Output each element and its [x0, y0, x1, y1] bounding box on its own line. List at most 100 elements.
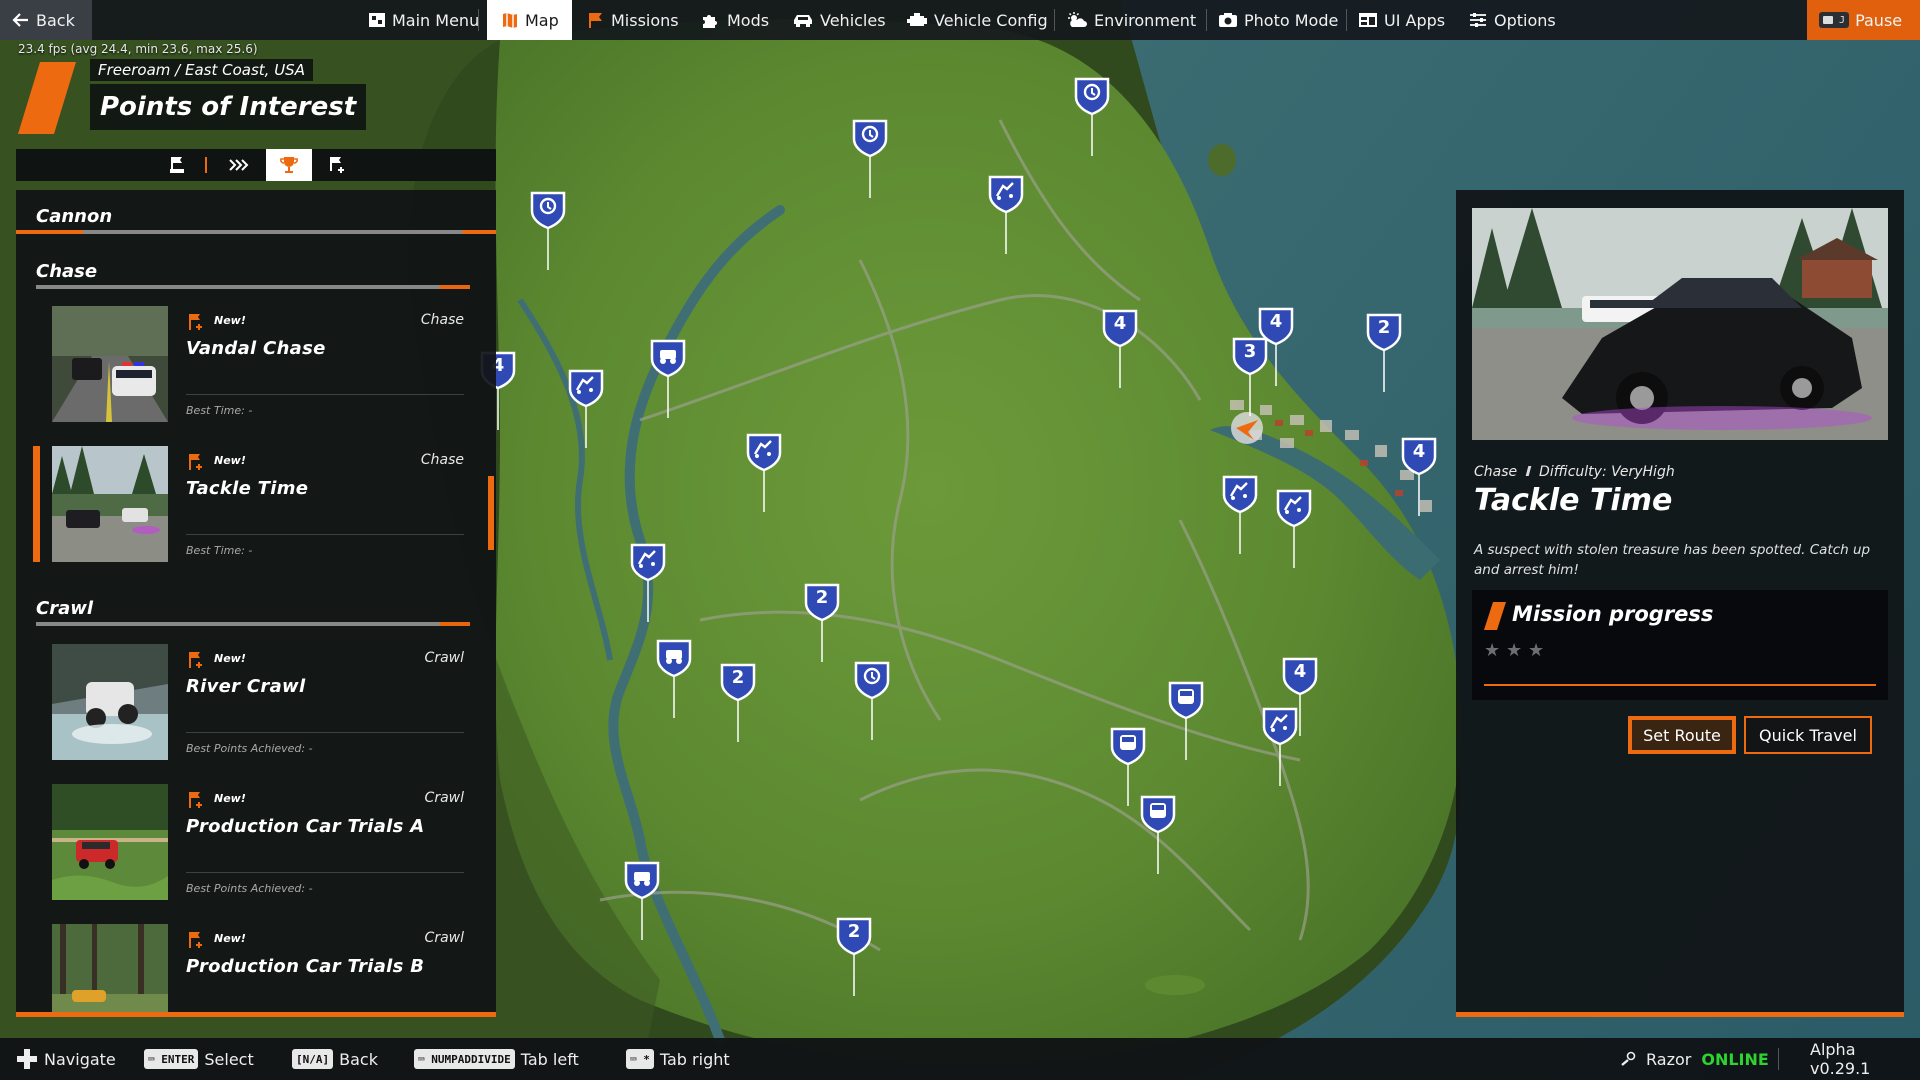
tab-photo-mode[interactable]: Photo Mode: [1218, 0, 1338, 40]
thumbnail-production-car-trials-b: [52, 924, 168, 1012]
mission-preview-image: [1472, 208, 1888, 440]
hint-tab-left[interactable]: ⌨ NUMPADDIVIDE Tab left: [414, 1038, 579, 1080]
numbered-marker[interactable]: 2: [719, 662, 757, 742]
thumbnail-production-car-trials-a: [52, 784, 168, 900]
filter-missions[interactable]: [154, 149, 200, 181]
tab-vehicles[interactable]: Vehicles: [792, 0, 886, 40]
top-bar: Back Main Menu Map Missions Mods Vehicle…: [0, 0, 1920, 40]
navigate-label: Navigate: [44, 1049, 116, 1069]
back-key: [N/A]: [292, 1049, 334, 1069]
back-button[interactable]: Back: [0, 0, 92, 40]
set-route-button[interactable]: Set Route: [1628, 716, 1736, 754]
marker-stem: [821, 618, 823, 662]
list-item-tackle-time[interactable]: New! Chase Tackle Time Best Time: -: [33, 446, 486, 576]
pause-button[interactable]: J Pause: [1807, 0, 1920, 40]
marker-stem: [1091, 112, 1093, 156]
tab-map[interactable]: Map: [487, 0, 572, 40]
marker-number: 2: [847, 921, 861, 942]
drift-marker[interactable]: [567, 368, 605, 448]
new-badge: New!: [214, 652, 246, 665]
tab-environment[interactable]: Environment: [1066, 0, 1196, 40]
tab-map-label: Map: [525, 10, 559, 30]
red-car-image: [52, 784, 168, 900]
marker-stem: [1418, 472, 1420, 516]
engine-icon: [907, 13, 927, 26]
timer-marker[interactable]: [853, 660, 891, 740]
weather-icon: [1068, 12, 1087, 27]
list-item-vandal-chase[interactable]: New! Chase Vandal Chase Best Time: -: [34, 306, 486, 436]
bus-marker[interactable]: [1167, 680, 1205, 760]
timer-marker[interactable]: [851, 118, 889, 198]
mission-description: A suspect with stolen treasure has been …: [1474, 542, 1871, 578]
drift-marker[interactable]: [1275, 488, 1313, 568]
marker-stem: [1127, 762, 1129, 806]
mission-type: Crawl: [424, 930, 464, 946]
crawl-marker[interactable]: [655, 638, 693, 718]
sliders-icon: [1470, 13, 1486, 27]
timer-marker[interactable]: [1073, 76, 1111, 156]
numbered-marker[interactable]: 2: [803, 582, 841, 662]
tab-right-key-label: *: [643, 1052, 650, 1066]
tab-options[interactable]: Options: [1468, 0, 1556, 40]
crawl-marker[interactable]: [649, 338, 687, 418]
marker-stem: [1119, 344, 1121, 388]
tab-mods[interactable]: Mods: [701, 0, 769, 40]
crawl-marker[interactable]: [623, 860, 661, 940]
new-badge: New!: [214, 314, 246, 327]
hint-navigate[interactable]: Navigate: [16, 1038, 116, 1080]
category-heading-cannon: Cannon: [36, 206, 113, 227]
bus-marker[interactable]: [1139, 794, 1177, 874]
numbered-marker[interactable]: 2: [835, 916, 873, 996]
filter-chevrons[interactable]: [216, 149, 262, 181]
mission-name: River Crawl: [186, 676, 306, 697]
dpad-icon: [17, 1049, 37, 1069]
mission-name: Tackle Time: [186, 478, 309, 499]
numbered-marker[interactable]: 4: [1101, 308, 1139, 388]
hint-select[interactable]: ⌨ ENTER Select: [144, 1038, 254, 1080]
numbered-marker[interactable]: 4: [1400, 436, 1438, 516]
mission-name: Vandal Chase: [186, 338, 326, 359]
marker-shield-icon: [650, 339, 686, 378]
list-item-production-car-trials-b[interactable]: New! Crawl Production Car Trials B: [34, 924, 486, 1016]
filter-trophy[interactable]: [266, 149, 312, 181]
numbered-marker[interactable]: 3: [1231, 336, 1269, 416]
drift-marker[interactable]: [745, 432, 783, 512]
mission-list[interactable]: Cannon Chase New! Chase Vandal Chase Bes…: [16, 190, 496, 1016]
marker-shield-icon: [568, 369, 604, 408]
marker-shield-icon: [530, 191, 566, 230]
timer-marker[interactable]: [529, 190, 567, 270]
quick-travel-button[interactable]: Quick Travel: [1744, 716, 1872, 754]
divider: [478, 9, 479, 31]
star-icon: ★: [1528, 640, 1545, 661]
missions-icon: [589, 13, 602, 28]
progress-rule: [1484, 684, 1876, 686]
hint-back[interactable]: [N/A] Back: [292, 1038, 378, 1080]
drift-marker[interactable]: [629, 542, 667, 622]
tab-missions[interactable]: Missions: [587, 0, 679, 40]
marker-stem: [853, 952, 855, 996]
drift-marker[interactable]: [1221, 474, 1259, 554]
trophy-icon: [280, 157, 298, 173]
list-item-production-car-trials-a[interactable]: New! Crawl Production Car Trials A Best …: [34, 784, 486, 914]
car-icon: [794, 15, 812, 27]
detail-bottom-rule: [1456, 1012, 1904, 1017]
tab-main-menu[interactable]: Main Menu: [368, 0, 479, 40]
tab-vehicle-config[interactable]: Vehicle Config: [906, 0, 1048, 40]
account-status[interactable]: Razor ONLINE: [1620, 1038, 1769, 1080]
forest-chase-image: [52, 446, 168, 562]
list-item-river-crawl[interactable]: New! Crawl River Crawl Best Points Achie…: [34, 644, 486, 774]
list-scrollbar[interactable]: [488, 476, 494, 550]
mission-meta: Chase Difficulty: VeryHigh: [1474, 464, 1675, 480]
drift-marker[interactable]: [1261, 706, 1299, 786]
marker-shield-icon: [630, 543, 666, 582]
pause-key-label: J: [1839, 14, 1846, 26]
marker-stem: [647, 578, 649, 622]
numbered-marker[interactable]: 2: [1365, 312, 1403, 392]
hint-tab-right[interactable]: ⌨ * Tab right: [626, 1038, 730, 1080]
marker-shield-icon: [1074, 77, 1110, 116]
list-bottom-rule: [16, 1012, 496, 1017]
filter-add[interactable]: [314, 149, 360, 181]
tab-ui-apps[interactable]: UI Apps: [1358, 0, 1445, 40]
main-menu-icon: [369, 13, 385, 27]
drift-marker[interactable]: [987, 174, 1025, 254]
